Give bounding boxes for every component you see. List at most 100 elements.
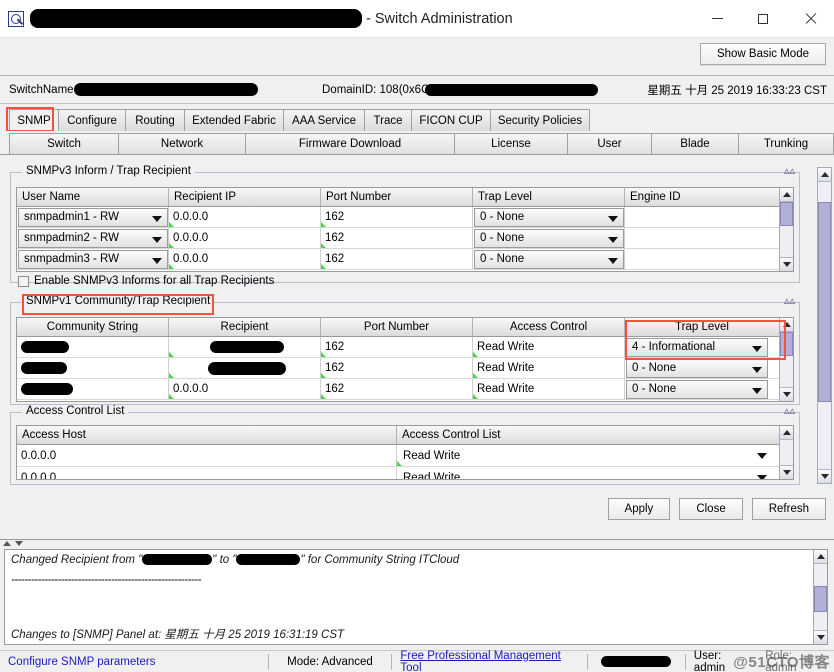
- cell-trap-level[interactable]: 0 - None: [625, 379, 780, 399]
- cell-port-number[interactable]: 162: [321, 379, 473, 399]
- snmpv1-scroll-thumb[interactable]: [780, 332, 793, 356]
- tab-switch[interactable]: Switch: [9, 133, 119, 154]
- cell-community-string[interactable]: [17, 337, 169, 357]
- cell-recipient[interactable]: [169, 358, 321, 378]
- cell-port-number[interactable]: 162: [321, 207, 473, 227]
- acl-scroll-down-button[interactable]: [780, 465, 793, 479]
- apply-button[interactable]: Apply: [607, 498, 671, 520]
- acl-collapse-icon[interactable]: ▵▵: [784, 406, 795, 417]
- cell-user-name[interactable]: snmpadmin3 - RW: [17, 249, 169, 269]
- panel-scrollbar[interactable]: [817, 167, 832, 484]
- tab-snmp[interactable]: SNMP: [9, 109, 59, 131]
- refresh-button[interactable]: Refresh: [751, 498, 826, 520]
- cell-trap-level[interactable]: 0 - None: [473, 249, 625, 269]
- cell-port-number[interactable]: 162: [321, 249, 473, 269]
- panel-scroll-down-button[interactable]: [818, 469, 831, 483]
- professional-tool-link[interactable]: Free Professional Management Tool: [392, 650, 586, 672]
- table-row[interactable]: 0.0.0.0 162 Read Write 0 - None: [17, 379, 793, 400]
- snmpv3-scroll-track[interactable]: [780, 202, 793, 257]
- trap-level-combo[interactable]: 0 - None: [474, 207, 624, 227]
- maximize-button[interactable]: [740, 0, 786, 38]
- trap-level-combo[interactable]: 0 - None: [626, 379, 768, 399]
- log-scroll-track[interactable]: [814, 564, 827, 630]
- enable-snmpv3-informs-row[interactable]: Enable SNMPv3 Informs for all Trap Recip…: [18, 275, 274, 287]
- cell-port-number[interactable]: 162: [321, 358, 473, 378]
- snmpv3-scroll-down-button[interactable]: [780, 257, 793, 271]
- trap-level-combo[interactable]: 0 - None: [474, 249, 624, 269]
- status-hint[interactable]: Configure SNMP parameters: [0, 651, 268, 672]
- cell-trap-level[interactable]: 0 - None: [625, 358, 780, 378]
- log-scroll-up-button[interactable]: [814, 550, 827, 564]
- acl-scroll-up-button[interactable]: [780, 426, 793, 440]
- cell-access-control-list[interactable]: Read Write: [397, 467, 780, 479]
- cell-port-number[interactable]: 162: [321, 337, 473, 357]
- cell-access-control-list[interactable]: Read Write: [397, 445, 780, 466]
- tab-security-policies[interactable]: Security Policies: [490, 109, 590, 131]
- tab-trunking[interactable]: Trunking: [738, 133, 834, 154]
- tab-blade[interactable]: Blade: [651, 133, 739, 154]
- snmpv1-collapse-icon[interactable]: ▵▵: [784, 296, 795, 307]
- tab-ficon-cup[interactable]: FICON CUP: [411, 109, 491, 131]
- tab-network[interactable]: Network: [118, 133, 246, 154]
- cell-engine-id[interactable]: [625, 249, 780, 269]
- tab-extended-fabric[interactable]: Extended Fabric: [184, 109, 284, 131]
- cell-community-string[interactable]: [17, 358, 169, 378]
- table-row[interactable]: 0.0.0.0 Read Write: [17, 445, 793, 467]
- panel-scroll-thumb[interactable]: [818, 202, 831, 402]
- acl-combo[interactable]: Read Write: [398, 446, 772, 465]
- trap-level-combo[interactable]: 0 - None: [626, 358, 768, 378]
- tab-firmware-download[interactable]: Firmware Download: [245, 133, 455, 154]
- tab-configure[interactable]: Configure: [58, 109, 126, 131]
- cell-engine-id[interactable]: [625, 228, 780, 248]
- snmpv3-collapse-icon[interactable]: ▵▵: [784, 166, 795, 177]
- enable-snmpv3-informs-checkbox[interactable]: [18, 275, 29, 287]
- tab-license[interactable]: License: [454, 133, 568, 154]
- cell-trap-level[interactable]: 0 - None: [473, 228, 625, 248]
- user-name-combo[interactable]: snmpadmin1 - RW: [18, 207, 168, 227]
- cell-engine-id[interactable]: [625, 207, 780, 227]
- snmpv1-scroll-up-button[interactable]: [780, 318, 793, 332]
- table-row[interactable]: snmpadmin2 - RW 0.0.0.0 162 0 - None: [17, 228, 793, 249]
- cell-access-control[interactable]: Read Write: [473, 337, 625, 357]
- log-scrollbar[interactable]: [813, 550, 827, 644]
- log-pane-resizer[interactable]: [3, 541, 23, 546]
- cell-trap-level[interactable]: 0 - None: [473, 207, 625, 227]
- cell-recipient[interactable]: [169, 337, 321, 357]
- acl-scroll-track[interactable]: [780, 440, 793, 465]
- acl-table-scrollbar[interactable]: [779, 426, 793, 479]
- user-name-combo[interactable]: snmpadmin3 - RW: [18, 249, 168, 269]
- chevron-down-icon[interactable]: [15, 541, 23, 546]
- snmpv3-table-scrollbar[interactable]: [779, 188, 793, 271]
- panel-scroll-up-button[interactable]: [818, 168, 831, 182]
- panel-scroll-track[interactable]: [818, 182, 831, 469]
- chevron-up-icon[interactable]: [3, 541, 11, 546]
- minimize-button[interactable]: [694, 0, 740, 38]
- table-row[interactable]: 162 Read Write 0 - None: [17, 358, 793, 379]
- cell-access-host[interactable]: 0.0.0.0: [17, 467, 397, 479]
- cell-recipient-ip[interactable]: 0.0.0.0: [169, 249, 321, 269]
- cell-access-control[interactable]: Read Write: [473, 379, 625, 399]
- snmpv1-scroll-track[interactable]: [780, 332, 793, 387]
- close-button[interactable]: [786, 0, 834, 38]
- table-row[interactable]: snmpadmin3 - RW 0.0.0.0 162 0 - None: [17, 249, 793, 270]
- trap-level-combo[interactable]: 4 - Informational: [626, 337, 768, 357]
- trap-level-combo[interactable]: 0 - None: [474, 228, 624, 248]
- tab-routing[interactable]: Routing: [125, 109, 185, 131]
- tab-aaa-service[interactable]: AAA Service: [283, 109, 365, 131]
- log-scroll-thumb[interactable]: [814, 586, 827, 612]
- table-row[interactable]: snmpadmin1 - RW 0.0.0.0 162 0 - None: [17, 207, 793, 228]
- cell-access-control[interactable]: Read Write: [473, 358, 625, 378]
- cell-community-string[interactable]: [17, 379, 169, 399]
- cell-trap-level[interactable]: 4 - Informational: [625, 337, 780, 357]
- cell-recipient[interactable]: 0.0.0.0: [169, 379, 321, 399]
- log-scroll-down-button[interactable]: [814, 630, 827, 644]
- log-textarea[interactable]: Changed Recipient from " " to " " for Comm…: [4, 549, 828, 645]
- table-row[interactable]: 162 Read Write 4 - Informational: [17, 337, 793, 358]
- show-basic-mode-button[interactable]: Show Basic Mode: [699, 43, 826, 65]
- snmpv3-scroll-up-button[interactable]: [780, 188, 793, 202]
- snmpv3-scroll-thumb[interactable]: [780, 202, 793, 226]
- acl-combo[interactable]: Read Write: [398, 468, 772, 479]
- snmpv1-table-scrollbar[interactable]: [779, 318, 793, 401]
- cell-user-name[interactable]: snmpadmin1 - RW: [17, 207, 169, 227]
- cell-access-host[interactable]: 0.0.0.0: [17, 445, 397, 466]
